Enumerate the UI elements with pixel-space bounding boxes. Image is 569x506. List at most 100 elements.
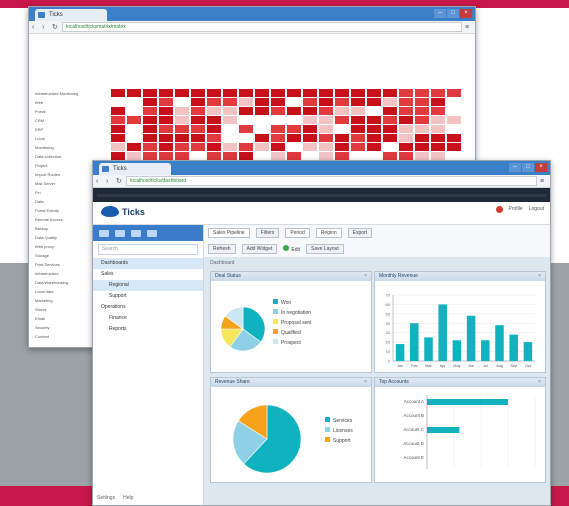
sidebar-item-reports[interactable]: Reports — [93, 324, 203, 335]
maximize-icon[interactable]: □ — [522, 163, 534, 172]
front-window-titlebar: Ticks – □ × — [93, 161, 550, 175]
legend-label: Services — [333, 418, 353, 424]
forward-arrow-icon[interactable]: › — [106, 178, 113, 185]
heatmap-cell — [223, 116, 237, 124]
heatmap-cell — [399, 125, 413, 133]
sidebar-search-input[interactable]: Search — [98, 244, 198, 255]
folder-icon[interactable] — [115, 229, 125, 237]
heatmap-cell — [239, 89, 253, 97]
heatmap-cell — [351, 152, 365, 160]
heatmap-cell — [207, 125, 221, 133]
edit-button[interactable]: Edit — [283, 245, 300, 253]
add-widget-button[interactable]: Add Widget — [241, 244, 278, 254]
heatmap-row-label: Data Quality — [35, 235, 58, 240]
heatmap-cell — [255, 98, 269, 106]
heatmap-cell — [175, 89, 189, 97]
heatmap-cell — [127, 107, 141, 115]
back-arrow-icon[interactable]: ‹ — [96, 178, 103, 185]
heatmap-cell — [287, 89, 301, 97]
heatmap-cell — [431, 134, 445, 142]
heatmap-cell — [335, 89, 349, 97]
heatmap-cell — [207, 134, 221, 142]
save-layout-button[interactable]: Save Layout — [306, 244, 344, 254]
notification-icon[interactable] — [495, 206, 503, 213]
close-icon[interactable]: × — [535, 163, 547, 172]
back-browser-tab[interactable]: Ticks — [35, 9, 107, 21]
help-link[interactable]: Help — [123, 495, 133, 501]
close-icon[interactable]: × — [364, 272, 367, 281]
close-icon[interactable]: × — [364, 378, 367, 387]
star-icon[interactable] — [131, 229, 141, 237]
sidebar-item-finance[interactable]: Finance — [93, 313, 203, 324]
app-logo[interactable]: Ticks — [101, 206, 145, 217]
front-url-field[interactable]: localhost/ticks/dashboard — [126, 176, 537, 186]
menu-icon[interactable]: ≡ — [540, 178, 547, 185]
heatmap-row-label: Marketing — [35, 298, 53, 303]
heatmap-cell — [271, 107, 285, 115]
list-icon[interactable] — [147, 229, 157, 237]
heatmap-cell — [255, 89, 269, 97]
bar — [427, 399, 508, 405]
favicon-icon — [38, 12, 45, 18]
region-select[interactable]: Region — [315, 228, 342, 238]
sidebar-item-dashboards[interactable]: Dashboards — [93, 258, 203, 269]
minimize-icon[interactable]: – — [509, 163, 521, 172]
heatmap-cell — [319, 116, 333, 124]
settings-link[interactable]: Settings — [97, 495, 115, 501]
reload-icon[interactable]: ↻ — [116, 178, 123, 185]
heatmap-column-header — [339, 41, 345, 83]
heatmap-cell — [447, 98, 461, 106]
back-arrow-icon[interactable]: ‹ — [32, 24, 39, 31]
heatmap-column-header — [195, 41, 201, 83]
back-url-field[interactable]: localhost/ticksmatrix/matrix — [62, 22, 462, 32]
forward-arrow-icon[interactable]: › — [42, 24, 49, 31]
heatmap-cell — [335, 134, 349, 142]
close-icon[interactable]: × — [460, 9, 472, 18]
menu-icon[interactable]: ≡ — [465, 24, 472, 31]
heatmap-cell — [399, 134, 413, 142]
heatmap-cell — [303, 89, 317, 97]
sidebar-item-operations[interactable]: Operations — [93, 302, 203, 313]
heatmap-row-label: Local — [35, 136, 45, 141]
revenue-share-panel: Revenue Share × Services Licenses Support — [210, 377, 372, 483]
heatmap-row-label: Remote Access — [35, 217, 63, 222]
heatmap-column-header — [115, 41, 121, 83]
x-tick-label: Jul — [483, 364, 488, 368]
heatmap-cell — [239, 125, 253, 133]
refresh-button[interactable]: Refresh — [208, 244, 236, 254]
export-button[interactable]: Export — [347, 228, 373, 238]
heatmap-cell — [351, 98, 365, 106]
sidebar-item-regional[interactable]: Regional — [93, 280, 203, 291]
pipeline-select[interactable]: Sales Pipeline — [208, 228, 250, 238]
close-icon[interactable]: × — [538, 378, 541, 387]
legend-label: Support — [333, 438, 351, 444]
panel-title: Deal Status — [215, 273, 241, 279]
front-browser-tab[interactable]: Ticks — [99, 163, 171, 175]
heatmap-cell — [143, 143, 157, 151]
heatmap-cell — [111, 134, 125, 142]
legend-swatch — [273, 299, 278, 304]
heatmap-column-header — [131, 41, 137, 83]
heatmap-cell — [191, 89, 205, 97]
profile-link[interactable]: Profile — [509, 206, 523, 213]
filters-button[interactable]: Filters — [255, 228, 280, 238]
maximize-icon[interactable]: □ — [447, 9, 459, 18]
heatmap-cell — [255, 134, 269, 142]
minimize-icon[interactable]: – — [434, 9, 446, 18]
x-tick-label: May — [453, 364, 460, 368]
home-icon[interactable] — [99, 229, 109, 237]
sidebar-item-sales[interactable]: Sales — [93, 269, 203, 280]
close-icon[interactable]: × — [538, 272, 541, 281]
heatmap-cell — [111, 152, 125, 160]
sidebar-item-support[interactable]: Support — [93, 291, 203, 302]
heatmap-cell — [399, 116, 413, 124]
heatmap-cell — [335, 116, 349, 124]
heatmap-cell — [367, 107, 381, 115]
reload-icon[interactable]: ↻ — [52, 24, 59, 31]
front-tab-title: Ticks — [113, 166, 127, 172]
heatmap-cell — [255, 107, 269, 115]
logout-link[interactable]: Logout — [529, 206, 544, 213]
heatmap-column-header — [387, 41, 393, 83]
legend-swatch — [325, 417, 330, 422]
period-select[interactable]: Period — [285, 228, 310, 238]
